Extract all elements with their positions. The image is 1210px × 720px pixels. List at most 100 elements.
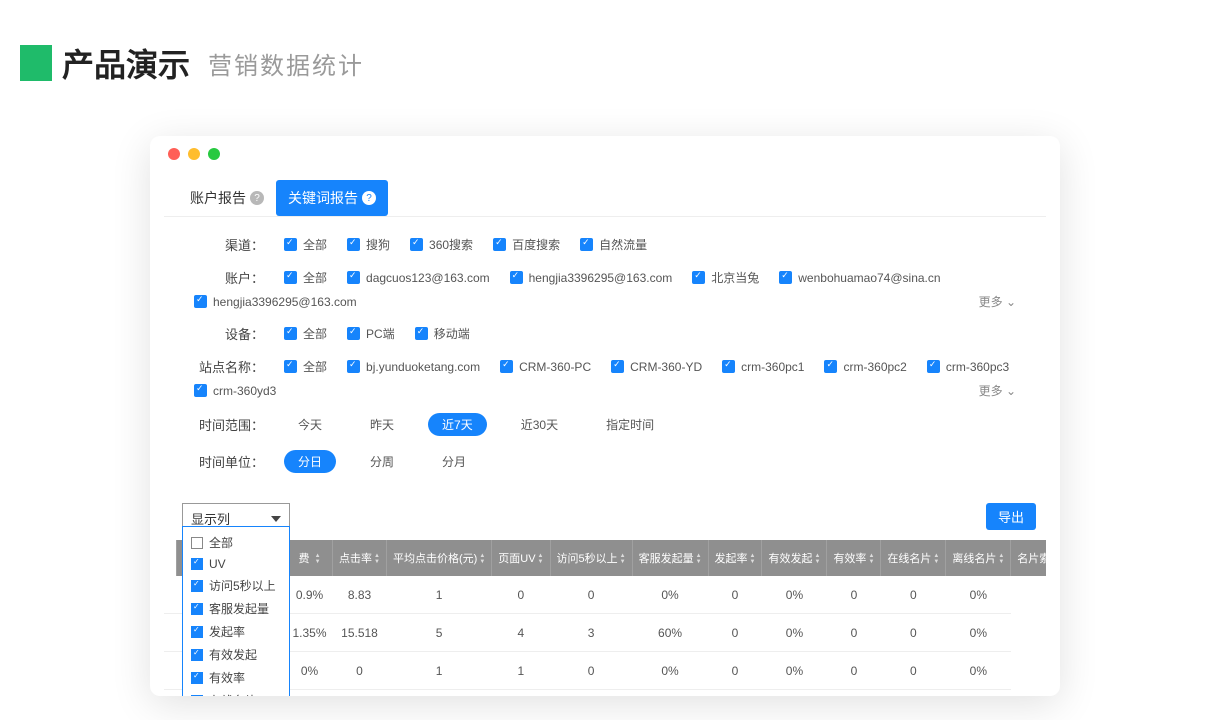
sort-icon (933, 553, 939, 565)
cell: 1 (492, 652, 550, 690)
cell: 0% (632, 576, 708, 614)
cell: 0 (492, 576, 550, 614)
checkbox-account[interactable]: 北京当兔 (692, 269, 759, 286)
checkbox-site[interactable]: crm-360yd3 (194, 384, 276, 398)
cell: 6.24 (333, 690, 387, 697)
browser-window: 账户报告 ? 关键词报告 ? 渠道： 全部 搜狗 360搜索 百度搜索 自然流量 (150, 136, 1060, 696)
range-7days[interactable]: 近7天 (428, 413, 487, 436)
table-row: bj-云朵课堂0%01100%00%000% (164, 652, 1046, 690)
checkbox-all[interactable]: 全部 (284, 269, 327, 286)
filter-site-row: 站点名称： 全部 bj.yunduoketang.com CRM-360-PC … (194, 357, 1016, 399)
cell: 0 (827, 614, 881, 652)
range-yesterday[interactable]: 昨天 (356, 413, 408, 436)
cell: 15.518 (333, 614, 387, 652)
column-header[interactable]: 在线名片 (881, 540, 946, 576)
column-option[interactable]: 在线名片 (189, 689, 283, 696)
help-icon[interactable]: ? (250, 191, 264, 205)
cell: 0 (881, 690, 946, 697)
filter-label: 时间范围： (194, 415, 264, 434)
cell: 0% (762, 614, 827, 652)
cell: 0 (708, 576, 762, 614)
checkbox-site[interactable]: CRM-360-PC (500, 360, 591, 374)
filter-label: 设备： (194, 324, 264, 343)
column-header[interactable]: 离线名片 (946, 540, 1011, 576)
column-header[interactable]: 费 (287, 540, 333, 576)
column-option[interactable]: 客服发起量 (189, 597, 283, 620)
sort-icon (374, 553, 380, 565)
column-option[interactable]: 有效率 (189, 666, 283, 689)
cell: 60% (632, 614, 708, 652)
cell: 8.83 (333, 576, 387, 614)
column-header[interactable]: 发起率 (708, 540, 762, 576)
checkbox-site[interactable]: crm-360pc2 (824, 360, 906, 374)
cell: 0 (550, 690, 632, 697)
checkbox-site[interactable]: bj.yunduoketang.com (347, 360, 480, 374)
tab-label: 账户报告 (190, 188, 246, 208)
checkbox-site[interactable]: CRM-360-YD (611, 360, 702, 374)
export-button[interactable]: 导出 (986, 503, 1036, 530)
column-header[interactable]: 有效发起 (762, 540, 827, 576)
checkbox-pc[interactable]: PC端 (347, 325, 395, 342)
checkbox-icon (191, 580, 203, 592)
cell: 0.9% (287, 576, 333, 614)
column-header[interactable]: 客服发起量 (632, 540, 708, 576)
maximize-icon[interactable] (208, 148, 220, 160)
more-toggle[interactable]: 更多 ⌄ (979, 293, 1016, 310)
cell: 0% (946, 652, 1011, 690)
filter-label: 时间单位： (194, 452, 264, 471)
filter-device-row: 设备： 全部 PC端 移动端 (194, 324, 1016, 343)
checkbox-all[interactable]: 全部 (284, 236, 327, 253)
checkbox-account[interactable]: wenbohuamao74@sina.cn (779, 271, 940, 285)
report-tabs: 账户报告 ? 关键词报告 ? (164, 172, 1046, 217)
tab-keyword-report[interactable]: 关键词报告 ? (276, 180, 388, 216)
checkbox-baidu[interactable]: 百度搜索 (493, 236, 560, 253)
cell: 3 (550, 614, 632, 652)
unit-month[interactable]: 分月 (428, 450, 480, 473)
sort-icon (998, 553, 1004, 565)
column-header[interactable]: 有效率 (827, 540, 881, 576)
range-today[interactable]: 今天 (284, 413, 336, 436)
checkbox-account[interactable]: hengjia3396295@163.com (510, 271, 673, 285)
checkbox-icon (191, 672, 203, 684)
checkbox-all[interactable]: 全部 (284, 325, 327, 342)
unit-week[interactable]: 分周 (356, 450, 408, 473)
sort-icon (868, 553, 874, 565)
cell: 0% (762, 652, 827, 690)
filter-channel-row: 渠道： 全部 搜狗 360搜索 百度搜索 自然流量 (194, 235, 1016, 254)
column-header[interactable]: 名片索取率 (1011, 540, 1046, 576)
checkbox-all[interactable]: 全部 (284, 358, 327, 375)
unit-day[interactable]: 分日 (284, 450, 336, 473)
column-option[interactable]: 全部 (189, 531, 283, 554)
more-toggle[interactable]: 更多 ⌄ (979, 382, 1016, 399)
checkbox-account[interactable]: hengjia3396295@163.com (194, 295, 357, 309)
checkbox-site[interactable]: crm-360pc1 (722, 360, 804, 374)
column-header[interactable]: 平均点击价格(元) (386, 540, 491, 576)
column-header[interactable]: 点击率 (333, 540, 387, 576)
range-custom[interactable]: 指定时间 (592, 413, 668, 436)
range-30days[interactable]: 近30天 (507, 413, 572, 436)
checkbox-360[interactable]: 360搜索 (410, 236, 473, 253)
cell: 0 (881, 652, 946, 690)
filter-label: 渠道： (194, 235, 264, 254)
column-header[interactable]: 页面UV (492, 540, 550, 576)
checkbox-mobile[interactable]: 移动端 (415, 325, 470, 342)
checkbox-sogou[interactable]: 搜狗 (347, 236, 390, 253)
close-icon[interactable] (168, 148, 180, 160)
table-row: bj-云朵课堂1.35%15.51854360%00%000% (164, 614, 1046, 652)
checkbox-icon (191, 603, 203, 615)
cell: 1 (386, 690, 491, 697)
checkbox-organic[interactable]: 自然流量 (580, 236, 647, 253)
column-option[interactable]: UV (189, 554, 283, 574)
tab-account-report[interactable]: 账户报告 ? (178, 180, 276, 216)
help-icon[interactable]: ? (362, 191, 376, 205)
column-header[interactable]: 访问5秒以上 (550, 540, 632, 576)
minimize-icon[interactable] (188, 148, 200, 160)
column-option[interactable]: 访问5秒以上 (189, 574, 283, 597)
columns-dropdown-menu[interactable]: 全部UV访问5秒以上客服发起量发起率有效发起有效率在线名片离线名片名片索取率有效… (182, 526, 290, 696)
checkbox-account[interactable]: dagcuos123@163.com (347, 271, 490, 285)
sort-icon (750, 553, 756, 565)
checkbox-site[interactable]: crm-360pc3 (927, 360, 1009, 374)
chevron-down-icon: ⌄ (1006, 384, 1016, 398)
column-option[interactable]: 发起率 (189, 620, 283, 643)
column-option[interactable]: 有效发起 (189, 643, 283, 666)
